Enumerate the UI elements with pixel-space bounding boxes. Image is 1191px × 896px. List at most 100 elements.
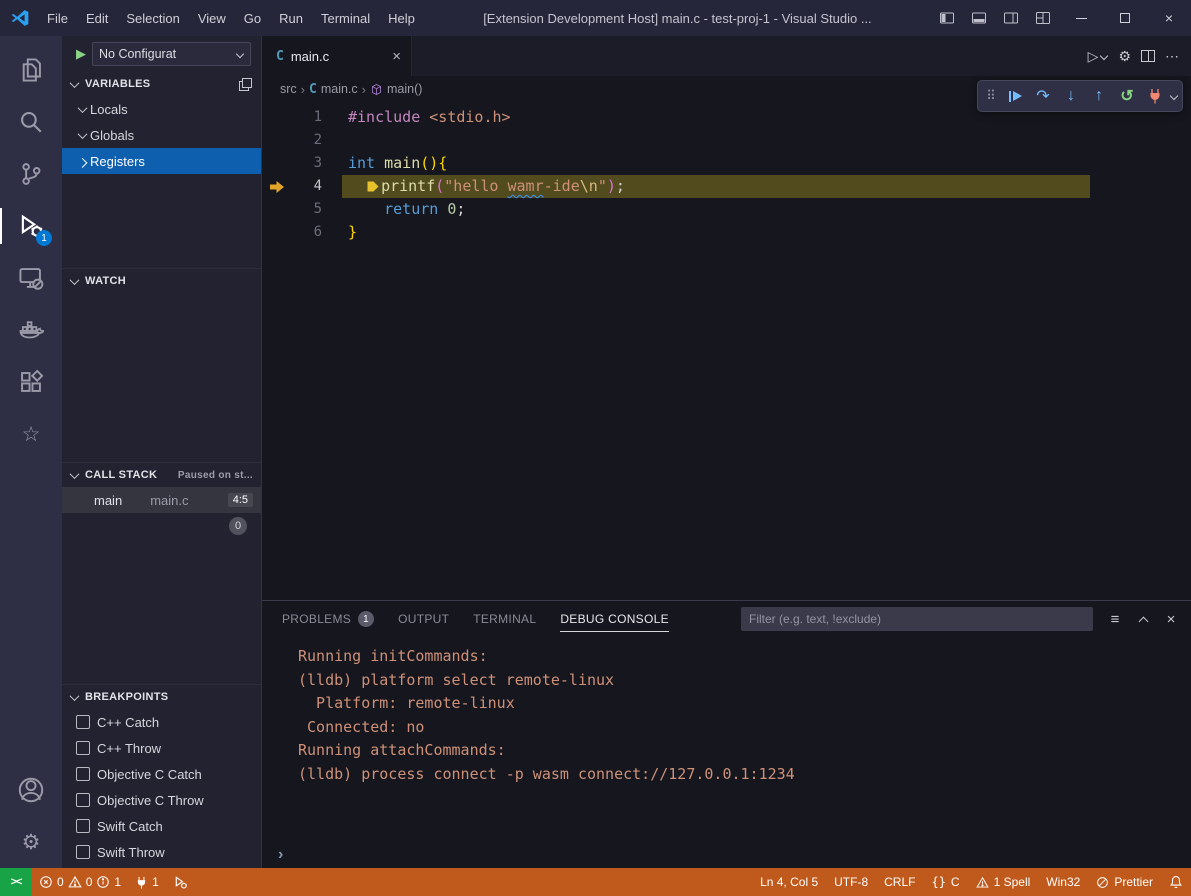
panel-tab-output[interactable]: OUTPUT xyxy=(398,601,449,637)
line-number: 1 xyxy=(292,106,322,129)
platform-indicator[interactable]: Win32 xyxy=(1038,868,1088,896)
toolbar-drag-handle[interactable]: ⠿ xyxy=(982,83,1000,109)
breakpoint-item-objective-c-catch[interactable]: Objective C Catch xyxy=(62,761,261,787)
checkbox[interactable] xyxy=(76,793,90,807)
restart-button[interactable]: ↺ xyxy=(1114,83,1140,109)
activity-search-icon[interactable] xyxy=(0,96,62,148)
call-stack-header[interactable]: CALL STACK Paused on st... xyxy=(62,463,261,487)
menu-go[interactable]: Go xyxy=(235,0,270,36)
launch-config-dropdown[interactable]: No Configurat xyxy=(92,42,251,66)
tab-close-icon[interactable]: × xyxy=(392,48,401,65)
close-button[interactable]: × xyxy=(1147,0,1191,36)
code-line[interactable]: 5 return 0; xyxy=(262,198,1191,221)
eol-indicator[interactable]: CRLF xyxy=(876,868,923,896)
breadcrumb-file[interactable]: C main.c xyxy=(309,82,358,97)
activity-run-debug-icon[interactable]: 1 xyxy=(0,200,62,252)
activity-extensions-icon[interactable] xyxy=(0,356,62,408)
console-filter-input[interactable] xyxy=(741,607,1093,631)
breakpoint-item-c-catch[interactable]: C++ Catch xyxy=(62,709,261,735)
toggle-panel-icon[interactable] xyxy=(963,0,995,36)
maximize-button[interactable] xyxy=(1103,0,1147,36)
code-line[interactable]: 3int main(){ xyxy=(262,152,1191,175)
breakpoints-header-label: BREAKPOINTS xyxy=(85,691,168,703)
checkbox[interactable] xyxy=(76,715,90,729)
panel-tab-terminal[interactable]: TERMINAL xyxy=(473,601,536,637)
menu-selection[interactable]: Selection xyxy=(117,0,188,36)
variables-item-globals[interactable]: Globals xyxy=(62,122,261,148)
encoding-indicator[interactable]: UTF-8 xyxy=(826,868,876,896)
variables-item-label: Globals xyxy=(90,128,134,143)
checkbox[interactable] xyxy=(76,819,90,833)
remote-indicator[interactable]: >< xyxy=(0,868,32,896)
customize-layout-icon[interactable] xyxy=(1027,0,1059,36)
tab-main-c[interactable]: C main.c × xyxy=(262,36,412,76)
menu-run[interactable]: Run xyxy=(270,0,312,36)
close-panel-icon[interactable]: × xyxy=(1159,607,1183,631)
menu-terminal[interactable]: Terminal xyxy=(312,0,379,36)
debug-console-output[interactable]: Running initCommands:(lldb) platform sel… xyxy=(262,637,1191,842)
debug-console-input[interactable]: › xyxy=(262,842,1191,868)
activity-explorer-icon[interactable] xyxy=(0,44,62,96)
menu-help[interactable]: Help xyxy=(379,0,424,36)
chevron-down-icon[interactable] xyxy=(1170,92,1178,100)
breadcrumb-src[interactable]: src xyxy=(280,82,297,96)
checkbox[interactable] xyxy=(76,741,90,755)
step-out-button[interactable]: ↑ xyxy=(1086,83,1112,109)
editor-gear-icon[interactable]: ⚙ xyxy=(1118,48,1131,65)
more-actions-icon[interactable]: ⋯ xyxy=(1165,48,1179,65)
formatter-status[interactable]: Prettier xyxy=(1088,868,1161,896)
continue-button[interactable] xyxy=(1002,83,1028,109)
activity-star-icon[interactable]: ☆ xyxy=(0,408,62,460)
code-line[interactable]: 4 printf("hello wamr-ide\n"); xyxy=(262,175,1191,198)
spell-checker-status[interactable]: 1 Spell xyxy=(968,868,1039,896)
activity-source-control-icon[interactable] xyxy=(0,148,62,200)
panel-tab-problems[interactable]: PROBLEMS1 xyxy=(282,601,374,637)
variables-item-registers[interactable]: Registers xyxy=(62,148,261,174)
output-actions-icon[interactable]: ≡ xyxy=(1103,607,1127,631)
variables-item-locals[interactable]: Locals xyxy=(62,96,261,122)
menu-view[interactable]: View xyxy=(189,0,235,36)
debug-status-icon[interactable] xyxy=(166,868,195,896)
panel-tab-debug-console[interactable]: DEBUG CONSOLE xyxy=(560,601,669,637)
breakpoint-item-objective-c-throw[interactable]: Objective C Throw xyxy=(62,787,261,813)
variables-header[interactable]: VARIABLES xyxy=(62,72,261,96)
language-indicator[interactable]: {} C xyxy=(923,868,967,896)
maximize-panel-icon[interactable] xyxy=(1131,607,1155,631)
checkbox[interactable] xyxy=(76,845,90,859)
ports-status[interactable]: 1 xyxy=(128,868,166,896)
menu-edit[interactable]: Edit xyxy=(77,0,117,36)
breakpoint-item-swift-throw[interactable]: Swift Throw xyxy=(62,839,261,865)
breakpoint-item-c-throw[interactable]: C++ Throw xyxy=(62,735,261,761)
disconnect-button[interactable] xyxy=(1142,83,1168,109)
breakpoint-item-swift-catch[interactable]: Swift Catch xyxy=(62,813,261,839)
error-count: 0 xyxy=(57,875,64,889)
collapse-all-icon[interactable] xyxy=(237,76,253,92)
code-line[interactable]: 6} xyxy=(262,221,1191,244)
start-debug-icon[interactable]: ▶ xyxy=(76,46,86,62)
code-area[interactable]: 1#include <stdio.h>23int main(){4 printf… xyxy=(262,102,1191,600)
breakpoints-header[interactable]: BREAKPOINTS xyxy=(62,685,261,709)
toggle-secondary-sidebar-icon[interactable] xyxy=(995,0,1027,36)
problems-status[interactable]: 0 0 1 xyxy=(32,868,128,896)
cursor-position[interactable]: Ln 4, Col 5 xyxy=(752,868,826,896)
inline-breakpoint-icon[interactable] xyxy=(366,177,381,191)
split-editor-icon[interactable] xyxy=(1141,50,1155,62)
menu-file[interactable]: File xyxy=(38,0,77,36)
checkbox[interactable] xyxy=(76,767,90,781)
code-line[interactable]: 2 xyxy=(262,129,1191,152)
activity-settings-icon[interactable]: ⚙ xyxy=(0,816,62,868)
activity-remote-explorer-icon[interactable] xyxy=(0,252,62,304)
activity-account-icon[interactable] xyxy=(0,764,62,816)
breadcrumb-symbol[interactable]: main() xyxy=(370,82,422,96)
stack-frame-row[interactable]: main main.c 4:5 xyxy=(62,487,261,513)
watch-header[interactable]: WATCH xyxy=(62,269,261,293)
step-into-button[interactable]: ↓ xyxy=(1058,83,1084,109)
minimize-button[interactable] xyxy=(1059,0,1103,36)
toggle-sidebar-icon[interactable] xyxy=(931,0,963,36)
code-token: ) xyxy=(607,177,616,195)
run-file-button[interactable]: ▷ xyxy=(1088,48,1109,65)
activity-docker-icon[interactable] xyxy=(0,304,62,356)
notifications-bell-icon[interactable] xyxy=(1161,868,1191,896)
chevron-down-icon xyxy=(66,467,82,483)
step-over-button[interactable]: ↷ xyxy=(1030,83,1056,109)
